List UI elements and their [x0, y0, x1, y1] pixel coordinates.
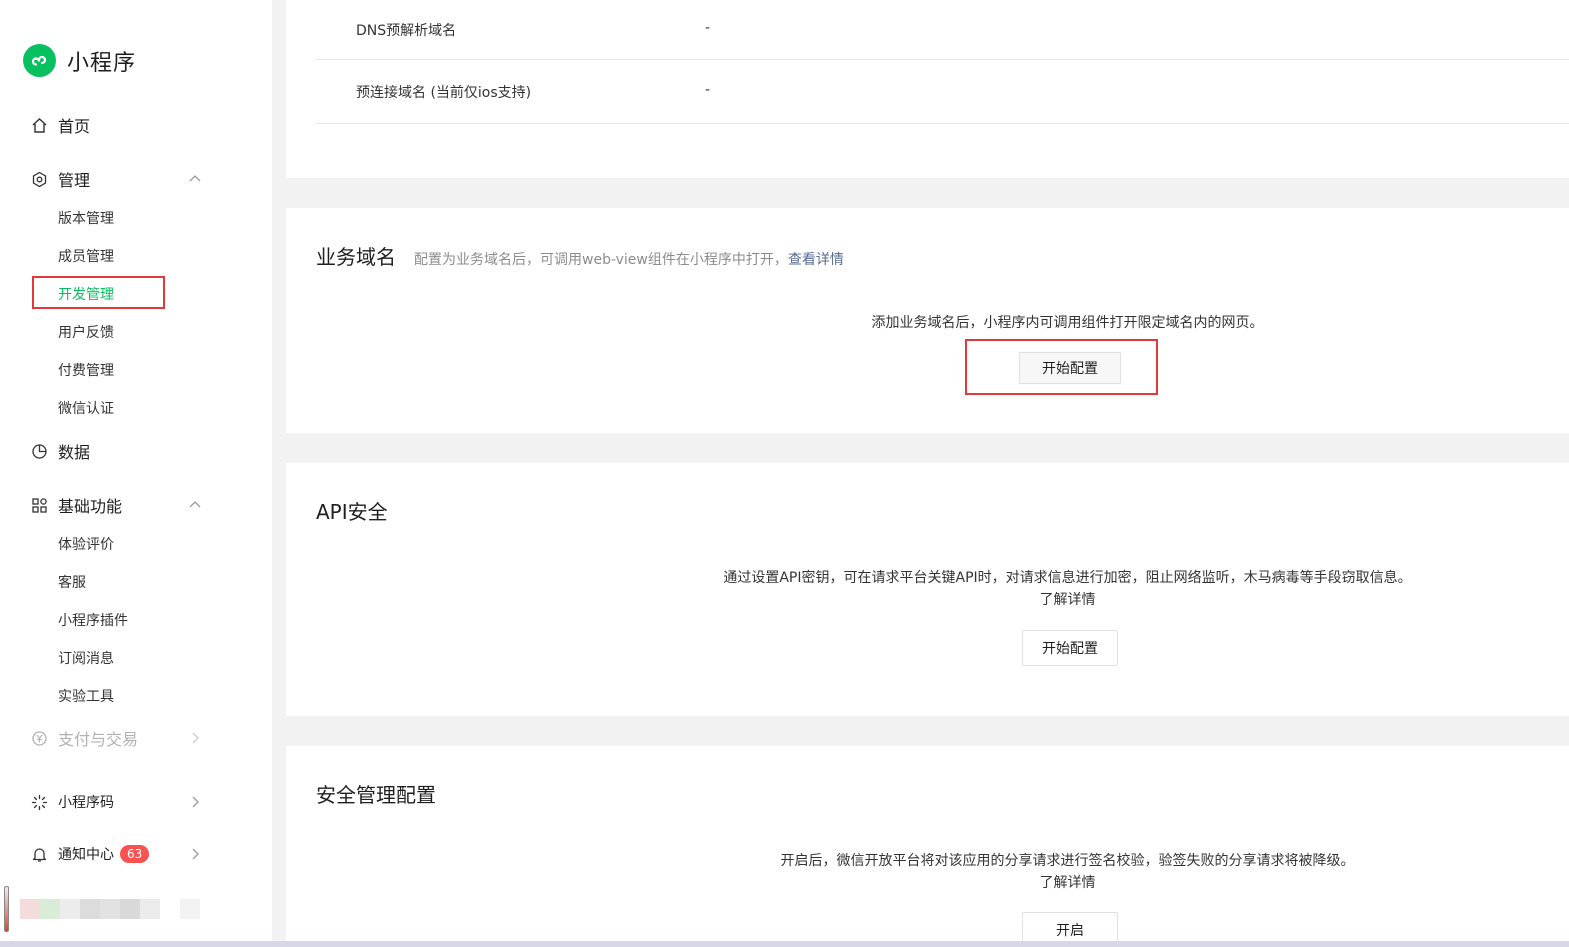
security-config-enable-button[interactable]: 开启: [1022, 912, 1118, 941]
sidebar-item-members[interactable]: 成员管理: [58, 246, 114, 266]
account-avatar-blurred[interactable]: [20, 899, 200, 919]
business-domain-start-button[interactable]: 开始配置: [1019, 352, 1121, 384]
sidebar: 小程序 首页 管理 版本管理 成员管理 开发管理 用户反馈 付费管理 微信认证 …: [0, 0, 272, 947]
security-config-desc: 开启后，微信开放平台将对该应用的分享请求进行签名校验，验签失败的分享请求将被降级…: [780, 853, 1355, 869]
server-domain-card: DNS预解析域名 - 预连接域名 (当前仅ios支持) -: [286, 0, 1569, 178]
preconnect-label: 预连接域名 (当前仅ios支持): [356, 85, 532, 101]
sidebar-item-review[interactable]: 体验评价: [58, 534, 114, 554]
home-icon: [30, 116, 48, 134]
business-domain-title: 业务域名 配置为业务域名后，可调用web-view组件在小程序中打开，查看详情: [316, 241, 844, 270]
nav-data[interactable]: 数据: [30, 439, 202, 463]
pie-chart-icon: [30, 442, 48, 460]
business-domain-desc: 添加业务域名后，小程序内可调用组件打开限定域名内的网页。: [871, 315, 1264, 331]
nav-qrcode[interactable]: 小程序码: [30, 792, 202, 812]
chevron-right-icon: [192, 796, 199, 808]
nav-basic[interactable]: 基础功能: [30, 493, 202, 517]
sidebar-item-dev[interactable]: 开发管理: [58, 284, 114, 304]
sidebar-item-verify[interactable]: 微信认证: [58, 398, 114, 418]
preconnect-value: -: [705, 82, 711, 98]
nav-basic-label: 基础功能: [58, 497, 123, 516]
grid-icon: [30, 496, 48, 514]
sidebar-item-service[interactable]: 客服: [58, 572, 86, 592]
security-config-title: 安全管理配置: [316, 783, 436, 807]
nav-qrcode-label: 小程序码: [58, 795, 114, 811]
business-domain-detail-link[interactable]: 查看详情: [788, 252, 844, 268]
notification-count-badge: 63: [120, 845, 150, 863]
nav-data-label: 数据: [58, 443, 91, 462]
business-domain-subtitle-text: 配置为业务域名后，可调用web-view组件在小程序中打开，: [414, 252, 788, 268]
nav-home[interactable]: 首页: [30, 113, 202, 137]
row-divider: [316, 123, 1569, 124]
chevron-right-icon: [192, 848, 199, 860]
sidebar-item-plugin[interactable]: 小程序插件: [58, 610, 128, 630]
security-config-learn-more-link[interactable]: 了解详情: [286, 872, 1569, 892]
api-security-desc: 通过设置API密钥，可在请求平台关键API时，对请求信息进行加密，阻止网络监听，…: [723, 570, 1412, 586]
nav-notification-label: 通知中心: [58, 847, 114, 863]
sidebar-item-subscribe[interactable]: 订阅消息: [58, 648, 114, 668]
yen-icon: [30, 729, 48, 747]
nav-notification[interactable]: 通知中心 63: [30, 844, 202, 864]
chevron-up-icon: [189, 175, 201, 182]
business-domain-card: 业务域名 配置为业务域名后，可调用web-view组件在小程序中打开，查看详情 添…: [286, 208, 1569, 433]
sun-code-icon: [30, 793, 48, 811]
security-config-card: 安全管理配置 开启后，微信开放平台将对该应用的分享请求进行签名校验，验签失败的分…: [286, 746, 1569, 941]
api-security-learn-more-link[interactable]: 了解详情: [286, 589, 1569, 609]
api-security-card: API安全 通过设置API密钥，可在请求平台关键API时，对请求信息进行加密，阻…: [286, 463, 1569, 716]
app-logo[interactable]: 小程序: [23, 44, 136, 77]
sidebar-item-feedback[interactable]: 用户反馈: [58, 322, 114, 342]
nav-manage[interactable]: 管理: [30, 167, 202, 191]
app-title: 小程序: [67, 50, 137, 76]
account-indicator: [4, 886, 9, 932]
dns-prefetch-value: -: [705, 20, 711, 36]
business-domain-subtitle: 配置为业务域名后，可调用web-view组件在小程序中打开，查看详情: [414, 252, 844, 268]
nav-manage-label: 管理: [58, 171, 91, 190]
window-bottom-edge: [0, 941, 1569, 947]
sidebar-item-version[interactable]: 版本管理: [58, 208, 114, 228]
bell-icon: [30, 845, 48, 863]
chevron-right-icon: [192, 732, 199, 744]
miniprogram-logo-icon: [23, 44, 56, 77]
dns-prefetch-label: DNS预解析域名: [356, 23, 457, 39]
sidebar-item-lab[interactable]: 实验工具: [58, 686, 114, 706]
chevron-up-icon: [189, 501, 201, 508]
settings-hex-icon: [30, 170, 48, 188]
nav-payment-label: 支付与交易: [58, 730, 139, 749]
nav-payment[interactable]: 支付与交易: [30, 726, 202, 750]
nav-home-label: 首页: [58, 117, 91, 136]
business-domain-title-text: 业务域名: [316, 245, 396, 269]
api-security-start-button[interactable]: 开始配置: [1022, 630, 1118, 666]
row-divider: [316, 59, 1569, 60]
api-security-title: API安全: [316, 500, 388, 524]
sidebar-item-billing[interactable]: 付费管理: [58, 360, 114, 380]
